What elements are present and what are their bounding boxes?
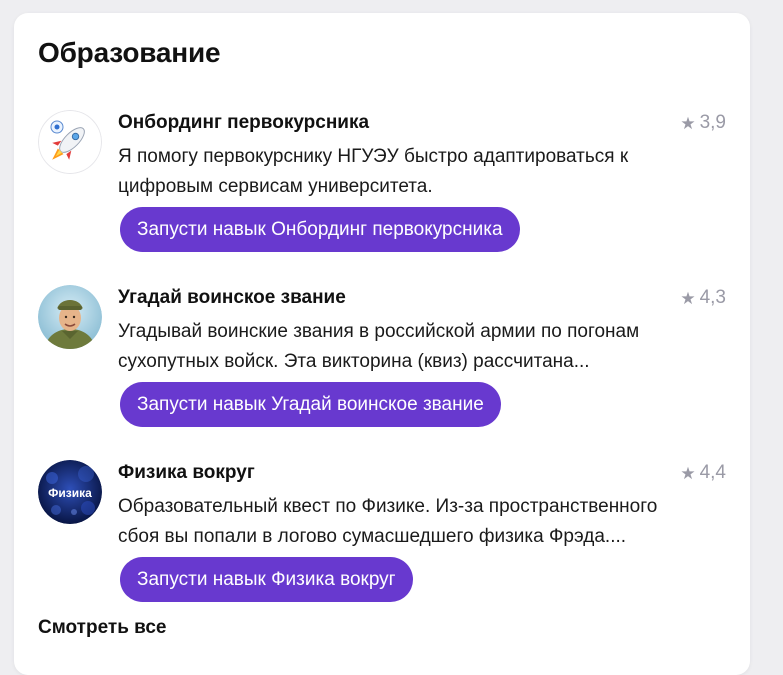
star-icon: ★ bbox=[680, 288, 696, 308]
rocket-icon[interactable] bbox=[38, 110, 102, 174]
see-all-link[interactable]: Смотреть все bbox=[38, 617, 167, 639]
skill-description: Образовательный квест по Физике. Из-за п… bbox=[118, 496, 658, 547]
skill-item: Онбординг первокурсника ★ 3,9 Я помогу п… bbox=[38, 110, 726, 260]
skill-item: Физика Физика вокруг ★ 4,4 Образовательн… bbox=[38, 460, 726, 610]
launch-skill-button[interactable]: Запусти навык Онбординг первокурсника bbox=[120, 207, 520, 252]
rating-value: 4,3 bbox=[699, 287, 726, 308]
star-icon: ★ bbox=[680, 463, 696, 483]
skill-rating: ★ 4,4 bbox=[680, 462, 726, 484]
star-icon: ★ bbox=[680, 113, 696, 133]
skill-rating: ★ 3,9 bbox=[680, 112, 726, 134]
education-card: Образование Онбординг первокурсника ★ 3,… bbox=[14, 13, 750, 675]
launch-skill-button[interactable]: Запусти навык Физика вокруг bbox=[120, 557, 413, 602]
skill-description: Угадывай воинские звания в российской ар… bbox=[118, 321, 640, 372]
rating-value: 4,4 bbox=[699, 462, 726, 483]
soldier-portrait-icon[interactable] bbox=[38, 285, 102, 349]
skill-item: Угадай воинское звание ★ 4,3 Угадывай во… bbox=[38, 285, 726, 435]
skill-name[interactable]: Угадай воинское звание bbox=[118, 287, 346, 309]
skill-name[interactable]: Физика вокруг bbox=[118, 462, 255, 484]
launch-skill-button[interactable]: Запусти навык Угадай воинское звание bbox=[120, 382, 501, 427]
skill-name[interactable]: Онбординг первокурсника bbox=[118, 112, 369, 134]
rating-value: 3,9 bbox=[699, 112, 726, 133]
skill-description: Я помогу первокурснику НГУЭУ быстро адап… bbox=[118, 146, 629, 197]
physics-logo-text: Физика bbox=[48, 486, 92, 500]
physics-logo-icon[interactable]: Физика bbox=[38, 460, 102, 524]
skill-rating: ★ 4,3 bbox=[680, 287, 726, 309]
section-title: Образование bbox=[38, 37, 221, 68]
